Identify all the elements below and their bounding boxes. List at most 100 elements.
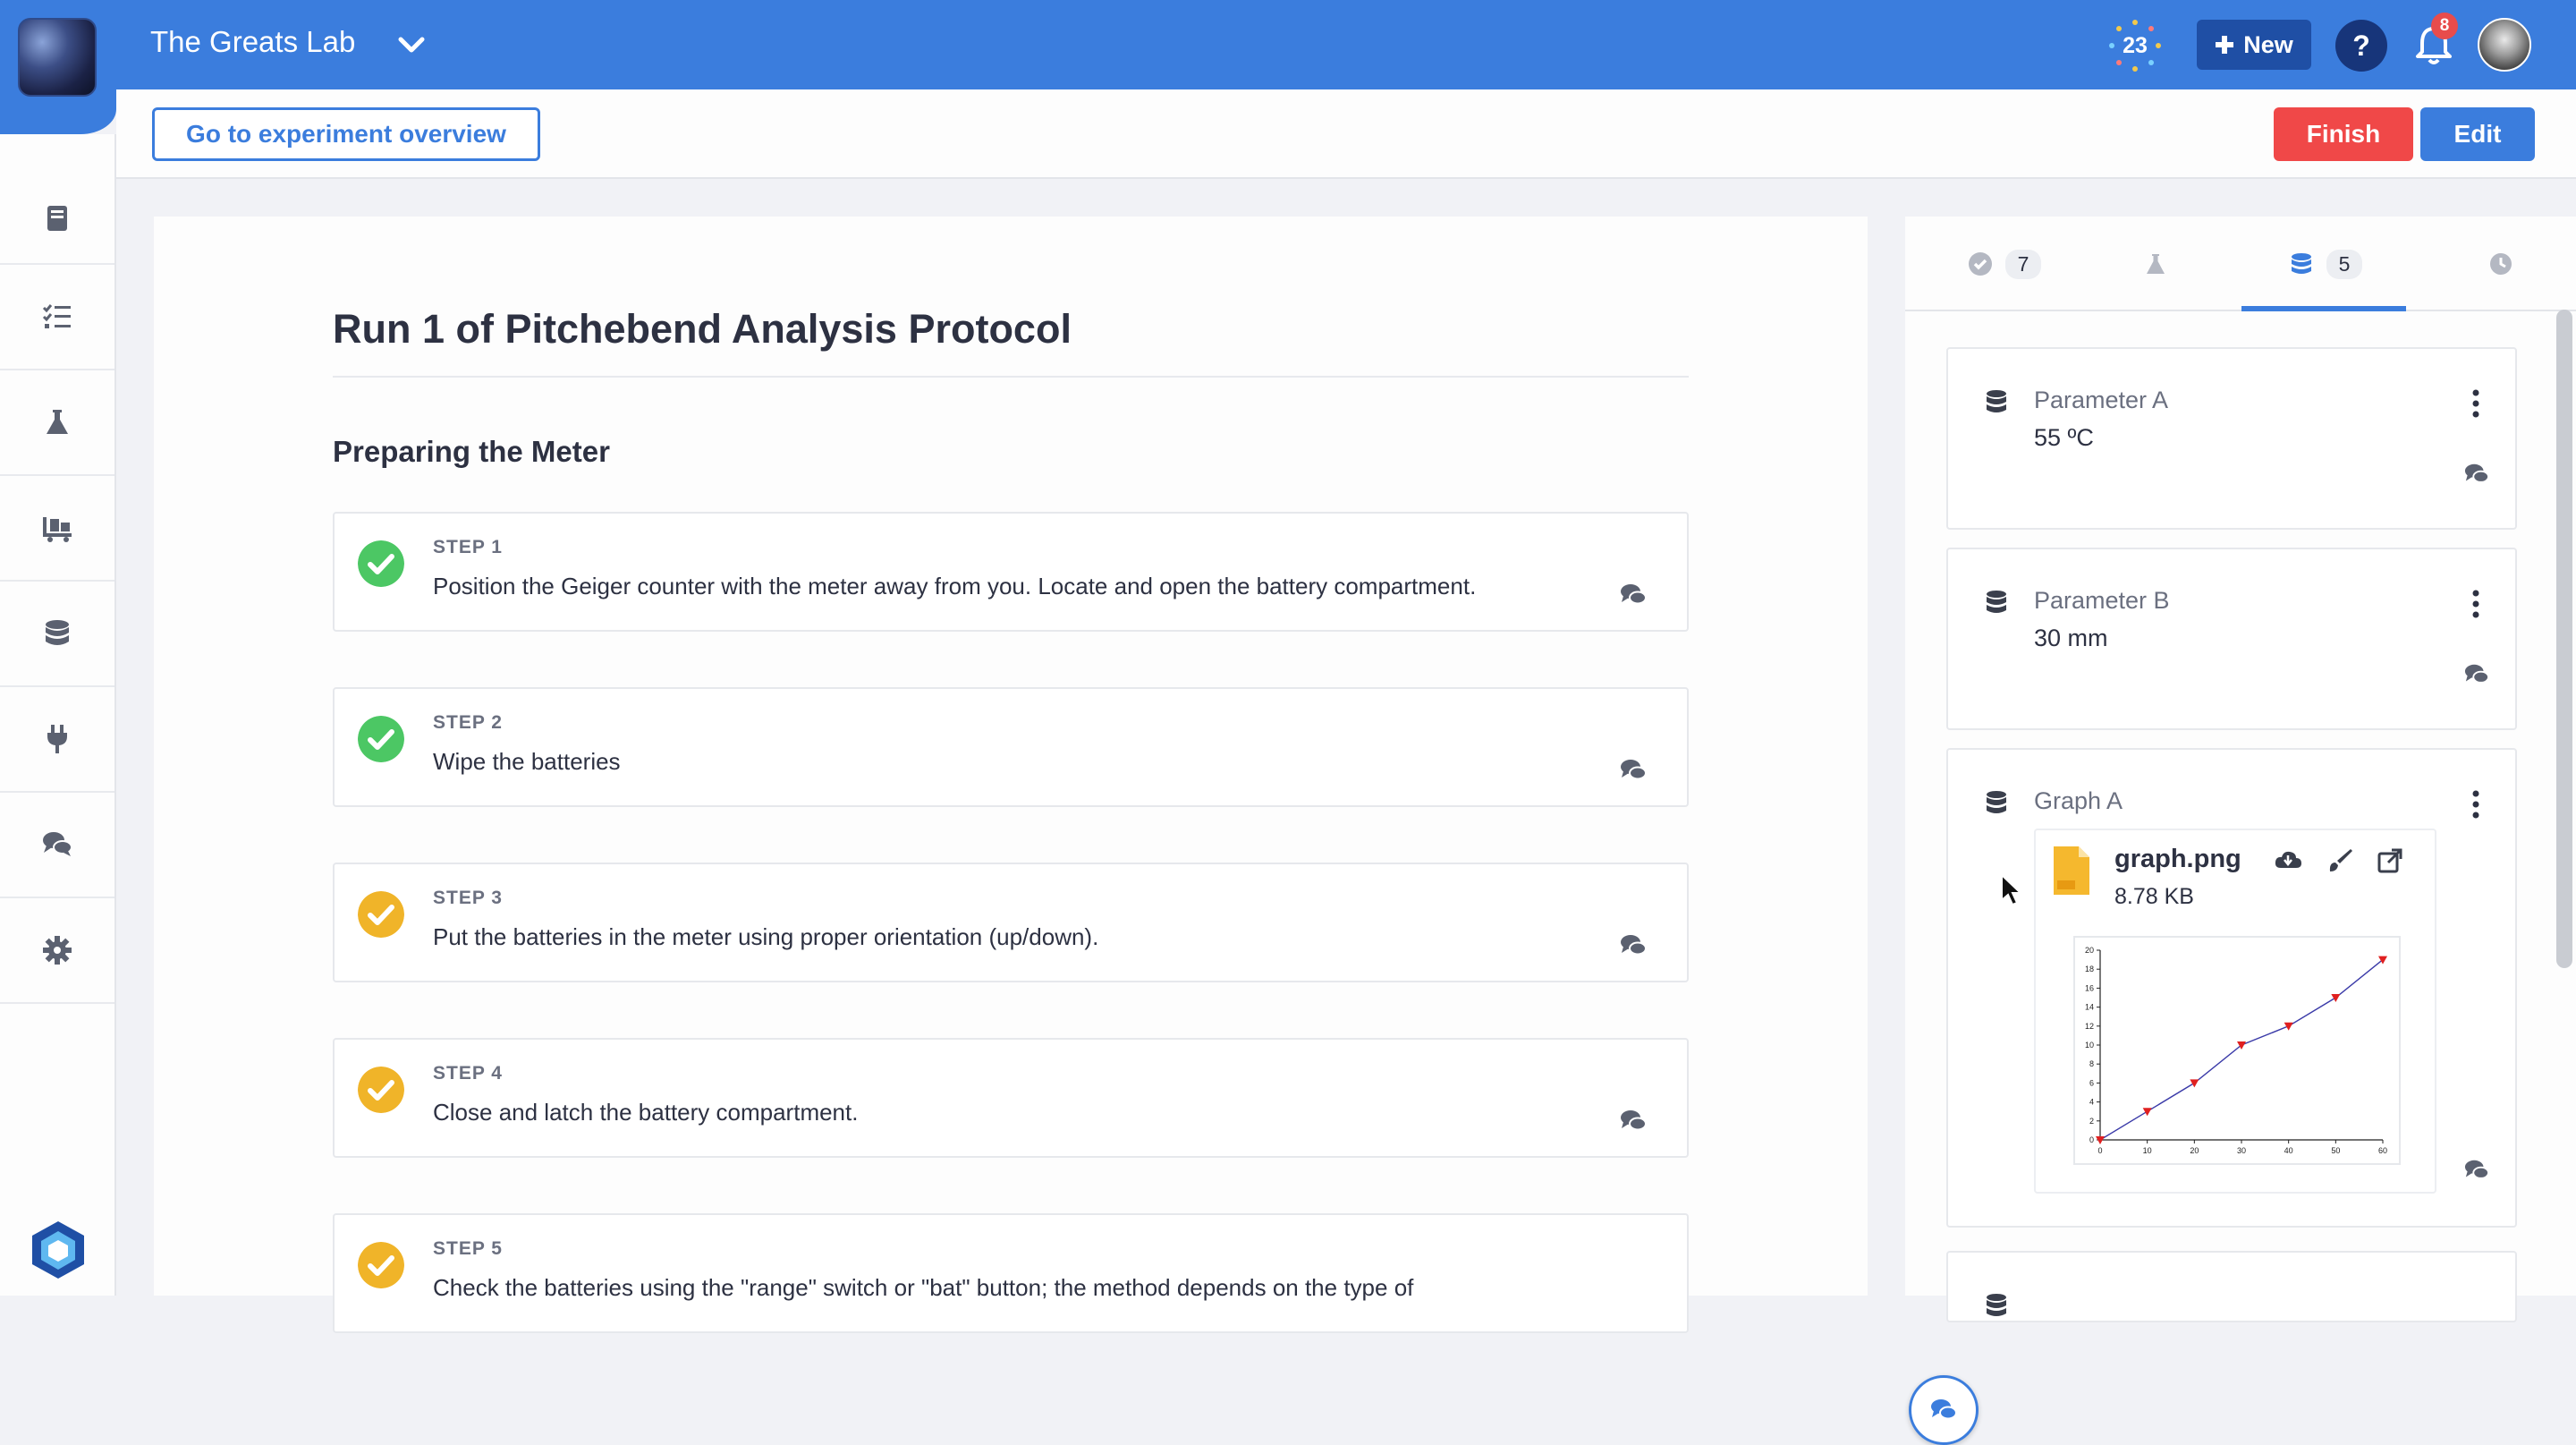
tab-completed-steps[interactable]: 7	[1955, 217, 2054, 311]
y-tick-label: 10	[2085, 1041, 2094, 1050]
protocol-card: Run 1 of Pitchebend Analysis Protocol Pr…	[154, 217, 1979, 1445]
comment-icon[interactable]	[1619, 932, 1648, 959]
x-tick-label: 20	[2190, 1146, 2199, 1155]
tab-data[interactable]: 5	[2263, 217, 2388, 311]
sidebar-item-settings[interactable]	[0, 898, 114, 1004]
parameter-name: Parameter A	[2034, 387, 2169, 413]
sidebar-item-tasks[interactable]	[0, 265, 114, 370]
y-tick-label: 6	[2089, 1078, 2094, 1087]
new-button[interactable]: New	[2197, 20, 2311, 70]
check-circle-icon[interactable]	[358, 891, 404, 938]
floating-chat-button[interactable]	[1909, 1375, 1979, 1445]
y-tick-label: 0	[2089, 1135, 2094, 1144]
activity-counter[interactable]: 23	[2109, 20, 2161, 72]
parameter-value: 55 ºC	[2034, 424, 2094, 451]
paintbrush-icon[interactable]	[2326, 846, 2354, 875]
x-tick-label: 60	[2378, 1146, 2387, 1155]
check-circle-icon[interactable]	[358, 540, 404, 587]
step-card[interactable]: STEP 2 Wipe the batteries	[333, 687, 1689, 807]
series-line	[2099, 959, 2384, 1141]
notification-badge: 8	[2431, 13, 2458, 39]
parameter-card[interactable]: Graph A graph.png 8.78 KB 0 2 4 6 8 10 12 14 16 1…	[1946, 748, 2517, 1228]
y-tick-label: 16	[2085, 983, 2094, 992]
tab-samples[interactable]	[2129, 217, 2182, 311]
comment-icon[interactable]	[2463, 1158, 2490, 1183]
step-card[interactable]: STEP 5 Check the batteries using the "ra…	[333, 1213, 1689, 1333]
file-size: 8.78 KB	[2114, 884, 2194, 909]
database-icon	[46, 620, 69, 645]
chevron-down-icon[interactable]	[394, 27, 429, 63]
new-button-label: New	[2243, 30, 2293, 58]
check-circle-icon	[1968, 252, 1992, 276]
experiment-toolbar: Go to experiment overview Finish Edit	[116, 89, 2576, 179]
more-options-icon[interactable]	[2470, 589, 2481, 619]
parameter-name: Parameter B	[2034, 587, 2170, 614]
data-point	[2331, 994, 2341, 1002]
more-options-icon[interactable]	[2470, 789, 2481, 820]
step-status-fill	[358, 540, 404, 587]
finish-button[interactable]: Finish	[2274, 107, 2413, 161]
step-label: STEP 4	[433, 1063, 503, 1084]
title-divider	[333, 376, 1689, 378]
flask-icon	[47, 410, 68, 434]
step-card[interactable]: STEP 4 Close and latch the battery compa…	[333, 1038, 1689, 1158]
graph-thumbnail[interactable]: 0 2 4 6 8 10 12 14 16 18 20 0 10 20 30 40 50 60	[2073, 936, 2401, 1165]
sidebar-item-protocols[interactable]	[0, 134, 114, 265]
sidebar-item-integrations[interactable]	[0, 687, 114, 793]
y-tick-label: 4	[2089, 1098, 2094, 1107]
check-circle-icon[interactable]	[358, 1242, 404, 1288]
lab-logo[interactable]	[18, 18, 97, 97]
chat-icon	[43, 832, 72, 856]
avatar[interactable]	[2478, 18, 2531, 72]
database-icon	[1987, 1294, 2006, 1316]
png-file-icon	[2054, 846, 2089, 895]
panel-scrollbar[interactable]	[2556, 310, 2572, 968]
step-status-fill	[358, 1067, 404, 1113]
x-tick-label: 0	[2097, 1146, 2102, 1155]
sidebar-item-experiments[interactable]	[0, 370, 114, 476]
step-card[interactable]: STEP 3 Put the batteries in the meter us…	[333, 863, 1689, 982]
step-label: STEP 1	[433, 537, 503, 557]
lab-name[interactable]: The Greats Lab	[150, 25, 355, 59]
app-logo-icon[interactable]	[27, 1219, 89, 1281]
parameter-card[interactable]: Parameter B 30 mm	[1946, 548, 2517, 730]
step-label: STEP 2	[433, 712, 503, 733]
more-options-icon[interactable]	[2470, 388, 2481, 419]
sidebar-item-messages[interactable]	[0, 793, 114, 898]
sidebar-item-data[interactable]	[0, 582, 114, 687]
sidebar-item-inventory[interactable]	[0, 476, 114, 582]
comment-icon[interactable]	[2463, 662, 2490, 687]
step-card[interactable]: STEP 1 Position the Geiger counter with …	[333, 512, 1689, 632]
database-icon	[1987, 390, 2006, 412]
x-tick-label: 30	[2237, 1146, 2246, 1155]
clock-icon	[2490, 253, 2512, 275]
counter-value: 23	[2123, 32, 2148, 58]
comment-icon[interactable]	[1619, 1108, 1648, 1135]
logo-area	[0, 0, 116, 134]
active-tab-indicator	[2241, 306, 2406, 311]
book-icon	[47, 206, 67, 231]
comment-icon[interactable]	[2463, 462, 2490, 487]
file-attachment[interactable]: graph.png 8.78 KB 0 2 4 6 8 10 12 14 16 18 20 0 10 20…	[2034, 829, 2436, 1194]
cloud-download-icon[interactable]	[2274, 846, 2302, 875]
comment-icon[interactable]	[1619, 757, 1648, 784]
step-label: STEP 3	[433, 888, 503, 908]
y-tick-label: 8	[2089, 1059, 2094, 1068]
edit-button[interactable]: Edit	[2420, 107, 2535, 161]
check-circle-icon[interactable]	[358, 716, 404, 762]
tab-history[interactable]	[2474, 217, 2528, 311]
file-name: graph.png	[2114, 845, 2241, 873]
database-icon	[1987, 791, 2006, 813]
check-circle-icon[interactable]	[358, 1067, 404, 1113]
database-icon	[1987, 591, 2006, 613]
help-button[interactable]: ?	[2335, 20, 2387, 72]
comment-icon[interactable]	[1619, 582, 1648, 608]
parameter-card[interactable]	[1946, 1251, 2517, 1322]
gear-icon	[43, 936, 72, 965]
parameter-card[interactable]: Parameter A 55 ºC	[1946, 347, 2517, 530]
external-link-icon[interactable]	[2376, 846, 2404, 875]
go-to-overview-button[interactable]: Go to experiment overview	[152, 107, 540, 161]
y-tick-label: 2	[2089, 1117, 2094, 1126]
equipment-icon	[43, 517, 72, 542]
x-tick-label: 40	[2284, 1146, 2293, 1155]
